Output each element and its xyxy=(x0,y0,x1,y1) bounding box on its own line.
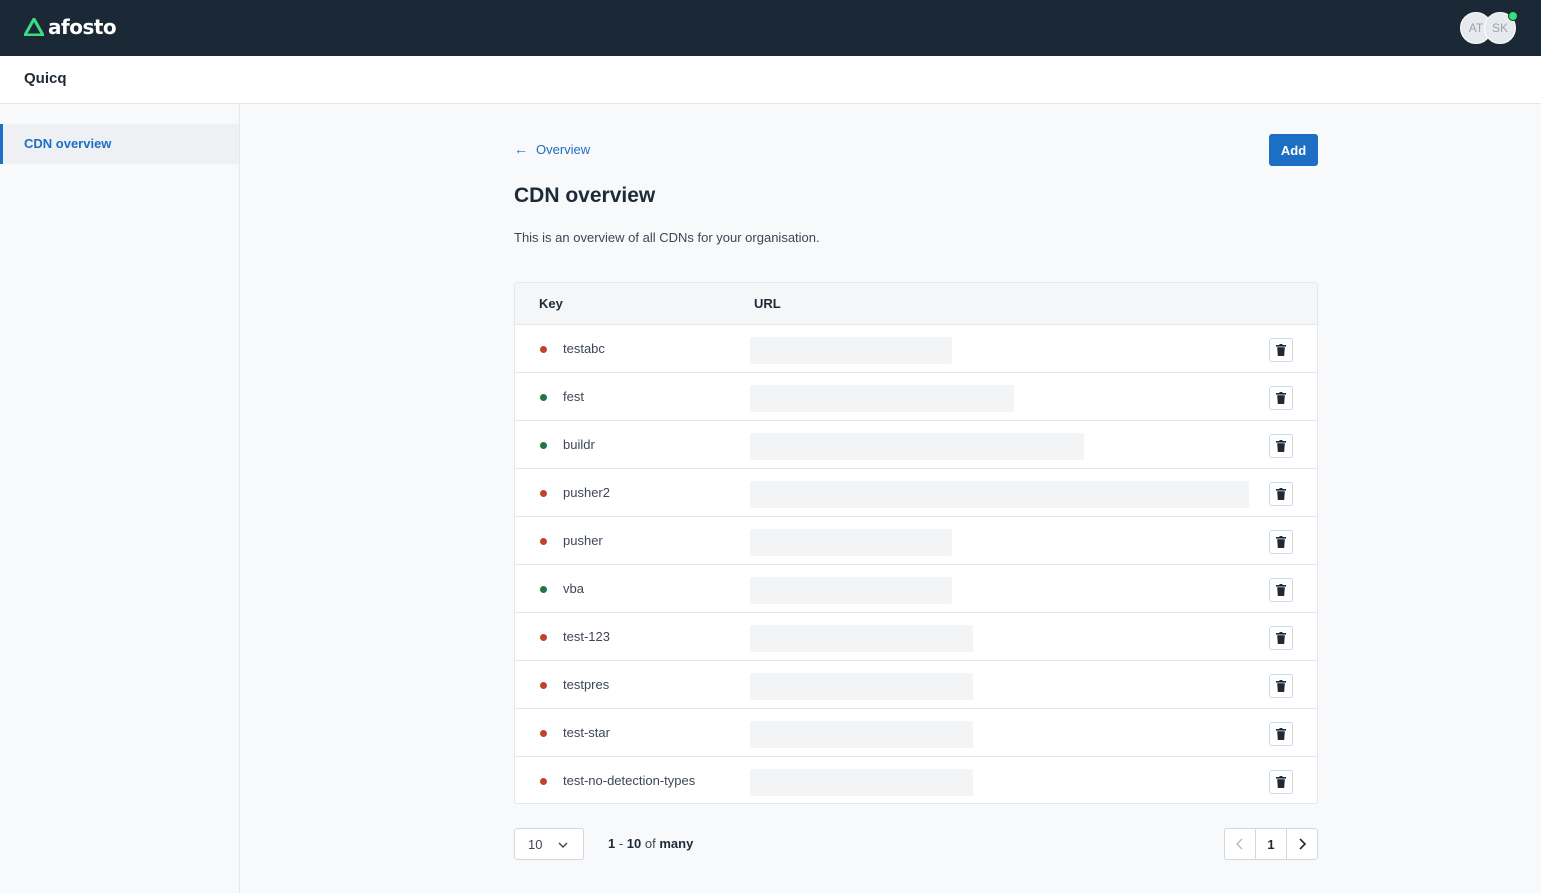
page-number-button[interactable]: 1 xyxy=(1256,829,1287,859)
delete-button[interactable] xyxy=(1269,530,1293,554)
delete-button[interactable] xyxy=(1269,626,1293,650)
app-bar: Quicq xyxy=(0,56,1541,104)
status-dot xyxy=(540,586,547,593)
table-row[interactable]: test-star xyxy=(515,709,1317,757)
url-placeholder xyxy=(750,673,973,700)
per-page-value: 10 xyxy=(528,837,543,852)
delete-button[interactable] xyxy=(1269,338,1293,362)
cdn-key: vba xyxy=(563,581,584,596)
url-placeholder xyxy=(750,721,973,748)
brand-name: afosto xyxy=(48,15,117,39)
cdn-key: testpres xyxy=(563,677,610,692)
table-row[interactable]: test-no-detection-types xyxy=(515,757,1317,803)
delete-button[interactable] xyxy=(1269,578,1293,602)
status-dot xyxy=(540,730,547,737)
cdn-key: buildr xyxy=(563,437,595,452)
url-placeholder xyxy=(750,769,973,796)
range-separator: - xyxy=(615,836,627,851)
url-placeholder xyxy=(750,529,952,556)
cdn-key: fest xyxy=(563,389,584,404)
trash-icon xyxy=(1276,728,1286,740)
chevron-right-icon xyxy=(1299,838,1307,850)
cdn-key: test-123 xyxy=(563,629,610,644)
table-row[interactable]: testabc xyxy=(515,325,1317,373)
app-title: Quicq xyxy=(24,70,67,87)
table-row[interactable]: pusher xyxy=(515,517,1317,565)
table-header: Key URL xyxy=(515,283,1317,325)
status-dot xyxy=(540,634,547,641)
back-to-overview-link[interactable]: ← Overview xyxy=(514,141,590,157)
page-title: CDN overview xyxy=(514,184,656,207)
chevron-left-icon xyxy=(1236,838,1243,850)
sidebar: CDN overview xyxy=(0,104,240,893)
top-bar: afosto AT SK xyxy=(0,0,1541,56)
delete-button[interactable] xyxy=(1269,674,1293,698)
status-dot xyxy=(540,346,547,353)
afosto-logo-icon xyxy=(24,18,44,36)
status-dot xyxy=(540,442,547,449)
url-placeholder xyxy=(750,625,973,652)
trash-icon xyxy=(1276,776,1286,788)
table-row[interactable]: fest xyxy=(515,373,1317,421)
trash-icon xyxy=(1276,488,1286,500)
trash-icon xyxy=(1276,584,1286,596)
column-header-url: URL xyxy=(754,296,781,311)
status-dot xyxy=(540,778,547,785)
column-header-key: Key xyxy=(539,296,563,311)
status-dot xyxy=(540,682,547,689)
cdn-key: test-star xyxy=(563,725,610,740)
url-placeholder xyxy=(750,577,952,604)
table-row[interactable]: vba xyxy=(515,565,1317,613)
range-of: of xyxy=(641,836,660,851)
delete-button[interactable] xyxy=(1269,770,1293,794)
url-placeholder xyxy=(750,337,952,364)
online-status-indicator xyxy=(1508,11,1518,21)
brand-logo[interactable]: afosto xyxy=(24,14,117,40)
cdn-key: test-no-detection-types xyxy=(563,773,696,788)
delete-button[interactable] xyxy=(1269,482,1293,506)
page-description: This is an overview of all CDNs for your… xyxy=(514,230,820,245)
status-dot xyxy=(540,538,547,545)
cdn-key: pusher2 xyxy=(563,485,610,500)
trash-icon xyxy=(1276,344,1286,356)
cdn-key: pusher xyxy=(563,533,603,548)
back-link-label: Overview xyxy=(536,141,591,157)
table-row[interactable]: buildr xyxy=(515,421,1317,469)
pagination-controls: 1 xyxy=(1224,828,1318,860)
table-row[interactable]: testpres xyxy=(515,661,1317,709)
url-placeholder xyxy=(750,481,1249,508)
trash-icon xyxy=(1276,440,1286,452)
delete-button[interactable] xyxy=(1269,386,1293,410)
range-total: many xyxy=(659,836,694,851)
table-row[interactable]: pusher2 xyxy=(515,469,1317,517)
sidebar-item-cdn-overview[interactable]: CDN overview xyxy=(0,124,239,164)
cdn-key: testabc xyxy=(563,341,605,356)
delete-button[interactable] xyxy=(1269,722,1293,746)
trash-icon xyxy=(1276,536,1286,548)
sidebar-item-label: CDN overview xyxy=(24,136,112,151)
trash-icon xyxy=(1276,392,1286,404)
url-placeholder xyxy=(750,385,1014,412)
per-page-select[interactable]: 10 xyxy=(514,828,584,860)
table-row[interactable]: test-123 xyxy=(515,613,1317,661)
previous-page-button[interactable] xyxy=(1225,829,1256,859)
status-dot xyxy=(540,394,547,401)
pagination-range: 1 - 10 of many xyxy=(608,836,693,851)
add-button[interactable]: Add xyxy=(1269,134,1318,166)
trash-icon xyxy=(1276,632,1286,644)
cdn-table: Key URL testabc fest buildr pusher2 pusher vb… xyxy=(514,282,1318,804)
trash-icon xyxy=(1276,680,1286,692)
chevron-down-icon xyxy=(558,842,568,848)
url-placeholder xyxy=(750,433,1084,460)
range-end: 10 xyxy=(626,836,642,851)
next-page-button[interactable] xyxy=(1287,829,1317,859)
delete-button[interactable] xyxy=(1269,434,1293,458)
arrow-left-icon: ← xyxy=(514,141,528,157)
status-dot xyxy=(540,490,547,497)
